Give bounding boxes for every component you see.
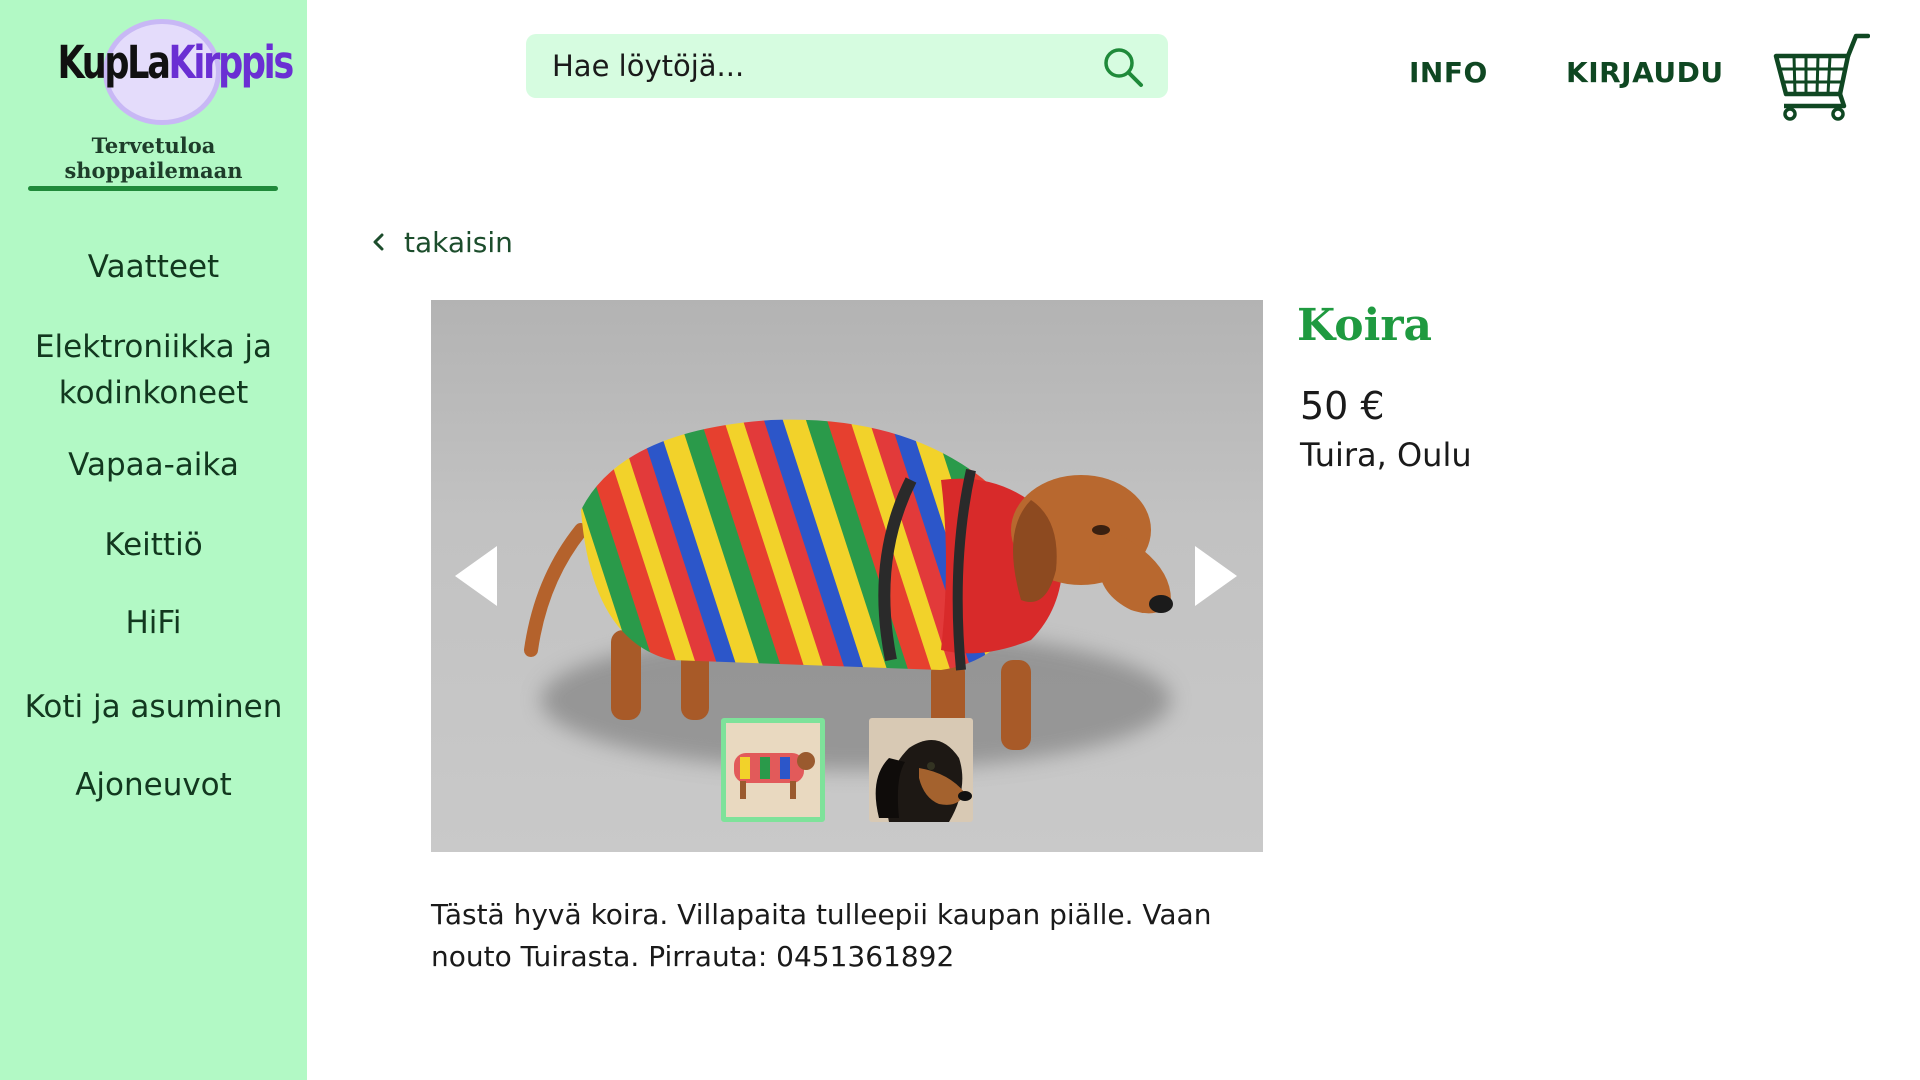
thumbnail-2[interactable] [869,718,973,822]
arrow-right-icon[interactable] [1193,544,1239,608]
sidebar-item-ajoneuvot[interactable]: Ajoneuvot [0,762,307,808]
site-logo[interactable]: KupLaKirppis [30,16,295,128]
login-link[interactable]: KIRJAUDU [1566,56,1724,89]
product-description: Tästä hyvä koira. Villapaita tulleepii k… [431,898,1212,973]
back-link[interactable]: takaisin [370,222,513,262]
sidebar: KupLaKirppis Tervetuloa shoppailemaan Va… [0,0,307,1080]
sidebar-item-koti[interactable]: Koti ja asuminen [0,684,307,730]
logo-text-part2: Kirppis [168,36,295,89]
sidebar-item-keittio[interactable]: Keittiö [0,522,307,568]
chevron-left-icon [373,233,384,251]
sidebar-item-vaatteet[interactable]: Vaatteet [0,244,307,290]
thumbnail-2-image [869,718,973,822]
dog-in-sweater-image [524,419,1173,750]
tagline: Tervetuloa shoppailemaan [64,133,243,183]
product-image-gallery[interactable] [431,300,1263,852]
product-title: Koira [1297,300,1433,351]
thumbnail-1-image [726,723,820,817]
sidebar-divider [28,186,278,191]
search-icon[interactable] [1100,44,1146,90]
logo-text: KupLaKirppis [57,36,295,89]
shopping-cart-icon[interactable] [1770,30,1870,122]
product-price: 50 € [1300,384,1385,428]
sidebar-item-elektroniikka[interactable]: Elektroniikka ja kodinkoneet [0,324,307,416]
back-label: takaisin [404,225,513,259]
sidebar-item-hifi[interactable]: HiFi [0,600,307,646]
product-location: Tuira, Oulu [1300,436,1472,474]
arrow-left-icon[interactable] [453,544,499,608]
thumbnail-1[interactable] [721,718,825,822]
sidebar-item-vapaa-aika[interactable]: Vapaa-aika [0,442,307,488]
search-input[interactable] [552,34,1092,98]
info-link[interactable]: INFO [1409,56,1488,89]
search-bar [526,34,1168,98]
logo-text-part1: KupLa [57,36,171,89]
